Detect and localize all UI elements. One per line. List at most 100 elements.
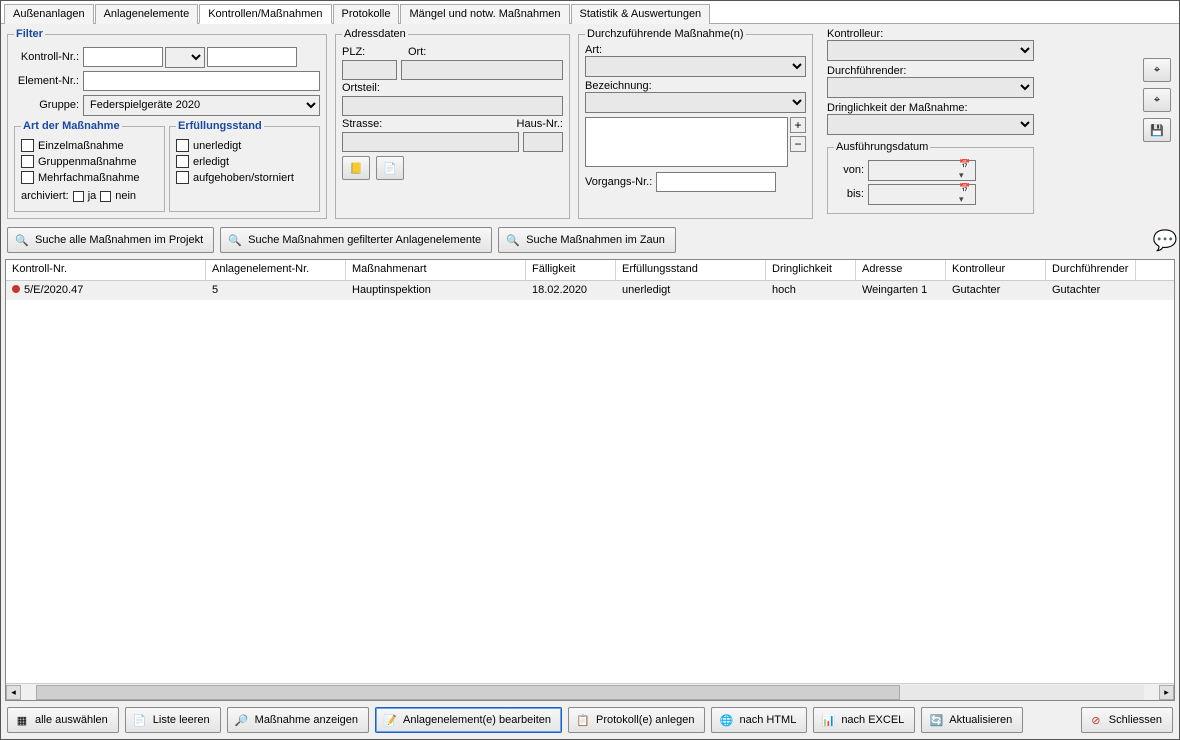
lbl-kontroll-nr: Kontroll-Nr.: [14, 51, 79, 63]
calendar-icon: 📅▾ [959, 183, 973, 205]
th-element[interactable]: Anlagenelement-Nr. [206, 260, 346, 280]
cell-erf: unerledigt [616, 283, 766, 297]
scroll-left-btn[interactable]: ◂ [6, 685, 21, 700]
tab-statistik[interactable]: Statistik & Auswertungen [571, 4, 711, 24]
table-header: Kontroll-Nr. Anlagenelement-Nr. Maßnahme… [6, 260, 1174, 281]
table-body: 5/E/2020.47 5 Hauptinspektion 18.02.2020… [6, 281, 1174, 683]
th-dring[interactable]: Dringlichkeit [766, 260, 856, 280]
kontroll-nr-op[interactable] [165, 47, 205, 68]
edit-element-label: Anlagenelement(e) bearbeiten [403, 714, 551, 726]
create-protokoll-btn[interactable]: 📋Protokoll(e) anlegen [568, 707, 705, 733]
dring-select[interactable] [827, 114, 1034, 135]
ort-input[interactable] [401, 60, 563, 80]
tab-anlagenelemente[interactable]: Anlagenelemente [95, 4, 199, 24]
cb-aufgehoben[interactable] [176, 171, 189, 184]
bez-select[interactable] [585, 92, 806, 113]
clear-list-btn[interactable]: 📄Liste leeren [125, 707, 221, 733]
th-kontroll[interactable]: Kontroll-Nr. [6, 260, 206, 280]
cell-element: 5 [206, 283, 346, 297]
lbl-archiviert: archiviert: [21, 190, 69, 202]
scroll-track[interactable] [36, 685, 1144, 700]
ortsteil-input[interactable] [342, 96, 563, 116]
show-massnahme-btn[interactable]: 🔎Maßnahme anzeigen [227, 707, 369, 733]
strasse-input[interactable] [342, 132, 519, 152]
h-scrollbar[interactable]: ◂ ▸ [6, 683, 1174, 700]
cb-einzel[interactable] [21, 139, 34, 152]
lbl-ja: ja [88, 190, 97, 202]
close-btn[interactable]: ⊘Schliessen [1081, 707, 1173, 733]
search-zaun-btn[interactable]: 🔍Suche Maßnahmen im Zaun [498, 227, 676, 253]
clear-addr-icon-btn[interactable]: 📄 [376, 156, 404, 180]
cell-kontroll: 5/E/2020.47 [24, 284, 83, 296]
date-von[interactable]: 📅▾ [868, 160, 976, 181]
kontrolleur-select[interactable] [827, 40, 1034, 61]
ausfuehrung-fieldset: Ausführungsdatum von: 📅▾ bis: 📅▾ [827, 141, 1034, 214]
edit-element-btn[interactable]: 📝Anlagenelement(e) bearbeiten [375, 707, 562, 733]
address-legend: Adressdaten [342, 28, 408, 40]
magnifier-icon: 🔍 [227, 232, 243, 248]
filter-delete-btn[interactable]: ⌖ [1143, 58, 1171, 82]
lbl-erledigt: erledigt [193, 156, 229, 168]
magnifier-icon: 🔍 [505, 232, 521, 248]
cell-adresse: Weingarten 1 [856, 283, 946, 297]
plz-input[interactable] [342, 60, 397, 80]
export-excel-btn[interactable]: 📊nach EXCEL [813, 707, 915, 733]
results-table: Kontroll-Nr. Anlagenelement-Nr. Maßnahme… [5, 259, 1175, 701]
select-all-btn[interactable]: ▦alle auswählen [7, 707, 119, 733]
search-gefiltert-btn[interactable]: 🔍 Suche Maßnahmen gefilterter Anlagenelem… [220, 227, 492, 253]
art-select[interactable] [585, 56, 806, 77]
cell-art: Hauptinspektion [346, 283, 526, 297]
th-faellig[interactable]: Fälligkeit [526, 260, 616, 280]
calendar-icon: 📅▾ [959, 159, 973, 181]
element-nr-input[interactable] [83, 71, 320, 91]
cb-archiv-ja[interactable] [73, 191, 84, 202]
date-bis[interactable]: 📅▾ [868, 184, 976, 205]
th-kontr[interactable]: Kontrolleur [946, 260, 1046, 280]
filter-save-btn[interactable]: 💾 [1143, 118, 1171, 142]
tab-aussenanlagen[interactable]: Außenanlagen [4, 4, 94, 24]
tab-maengel[interactable]: Mängel und notw. Maßnahmen [400, 4, 569, 24]
tab-protokolle[interactable]: Protokolle [333, 4, 400, 24]
search-projekt-btn[interactable]: 🔍Suche alle Maßnahmen im Projekt [7, 227, 214, 253]
right-column: Kontrolleur: Durchführender: Dringlichke… [821, 28, 1036, 219]
hausnr-input[interactable] [523, 132, 563, 152]
lbl-bis: bis: [834, 188, 864, 200]
filter-add-btn[interactable]: ⌖ [1143, 88, 1171, 112]
refresh-btn[interactable]: 🔄Aktualisieren [921, 707, 1023, 733]
speech-bubble-icon[interactable]: 💬 [1157, 232, 1173, 248]
art-legend: Art der Maßnahme [21, 120, 122, 132]
durchf-select[interactable] [827, 77, 1034, 98]
vorgang-input[interactable] [656, 172, 776, 192]
th-erf[interactable]: Erfüllungsstand [616, 260, 766, 280]
export-html-label: nach HTML [739, 714, 796, 726]
scroll-thumb[interactable] [36, 685, 900, 700]
table-row[interactable]: 5/E/2020.47 5 Hauptinspektion 18.02.2020… [6, 281, 1174, 300]
kontroll-nr-to[interactable] [207, 47, 297, 67]
th-durch[interactable]: Durchführender [1046, 260, 1136, 280]
cb-mehrfach[interactable] [21, 171, 34, 184]
th-adresse[interactable]: Adresse [856, 260, 946, 280]
cb-erledigt[interactable] [176, 155, 189, 168]
address-fieldset: Adressdaten PLZ: Ort: Ortsteil: Strasse:… [335, 28, 570, 219]
export-html-btn[interactable]: 🌐nach HTML [711, 707, 807, 733]
lbl-hausnr: Haus-Nr.: [517, 118, 563, 130]
th-art[interactable]: Maßnahmenart [346, 260, 526, 280]
export-excel-label: nach EXCEL [841, 714, 904, 726]
scroll-right-btn[interactable]: ▸ [1159, 685, 1174, 700]
search-gefiltert-label: Suche Maßnahmen gefilterter Anlageneleme… [248, 234, 481, 246]
contacts-icon-btn[interactable]: 📒 [342, 156, 370, 180]
lbl-gruppen: Gruppenmaßnahme [38, 156, 136, 168]
cb-gruppen[interactable] [21, 155, 34, 168]
clear-list-label: Liste leeren [153, 714, 210, 726]
lbl-einzel: Einzelmaßnahme [38, 140, 124, 152]
add-item-btn[interactable]: + [790, 117, 806, 133]
preview-icon: 🔎 [234, 712, 250, 728]
tab-kontrollen[interactable]: Kontrollen/Maßnahmen [199, 4, 331, 24]
durch-textarea[interactable] [585, 117, 788, 167]
cb-archiv-nein[interactable] [100, 191, 111, 202]
kontroll-nr-from[interactable] [83, 47, 163, 67]
cb-unerledigt[interactable] [176, 139, 189, 152]
remove-item-btn[interactable]: − [790, 136, 806, 152]
durch-fieldset: Durchzuführende Maßnahme(n) Art: Bezeich… [578, 28, 813, 219]
gruppe-select[interactable]: Federspielgeräte 2020 [83, 95, 320, 116]
